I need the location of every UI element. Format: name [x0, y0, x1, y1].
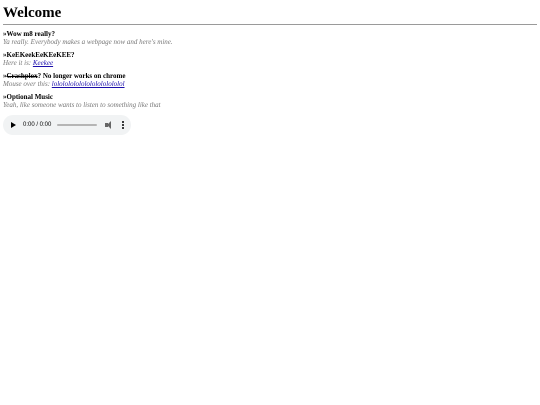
section-description: Yeah, like someone wants to listen to so…: [3, 101, 161, 109]
keekee-link[interactable]: Keekee: [33, 59, 53, 67]
section-description-text: Mouse over this:: [3, 80, 52, 88]
section-description: Mouse over this: lololololololololololol…: [3, 80, 537, 88]
page-title: Welcome: [3, 5, 62, 21]
section-title: »Optional Music: [3, 93, 537, 101]
section-music: »Optional Music Yeah, like someone wants…: [3, 93, 537, 135]
section-description: Ya really. Everybody makes a webpage now…: [3, 38, 173, 46]
section-title: »Wow m8 really?: [3, 30, 537, 38]
volume-icon[interactable]: [105, 121, 113, 129]
lol-link[interactable]: lololololololololololololol: [52, 80, 125, 88]
section-description-text: Here it is:: [3, 59, 33, 67]
section-title-struck-text: Crashplox: [6, 72, 38, 80]
audio-player: 0:00 / 0:00: [3, 115, 131, 135]
section-crashplox: »Crashplox? No longer works on chrome Mo…: [3, 72, 537, 88]
audio-time: 0:00 / 0:00: [23, 122, 52, 128]
section-description: Here it is: Keekee: [3, 59, 537, 67]
play-icon[interactable]: [11, 122, 16, 128]
page: Welcome »Wow m8 really? Ya really. Every…: [0, 0, 540, 135]
section-wow: »Wow m8 really? Ya really. Everybody mak…: [3, 30, 537, 46]
section-keekee: »KeEKeekEeKEeKEE? Here it is: Keekee: [3, 51, 537, 67]
section-title-text: KeEKeekEeKEeKEE?: [6, 51, 75, 59]
audio-progress-slider[interactable]: [57, 124, 97, 126]
more-options-icon[interactable]: [122, 121, 124, 129]
section-title-text: ? No longer works on chrome: [37, 72, 126, 80]
section-title-text: Wow m8 really?: [6, 30, 55, 38]
section-title: »KeEKeekEeKEeKEE?: [3, 51, 537, 59]
section-title: »Crashplox? No longer works on chrome: [3, 72, 537, 80]
title-divider: [3, 24, 537, 25]
section-title-text: Optional Music: [6, 93, 53, 101]
